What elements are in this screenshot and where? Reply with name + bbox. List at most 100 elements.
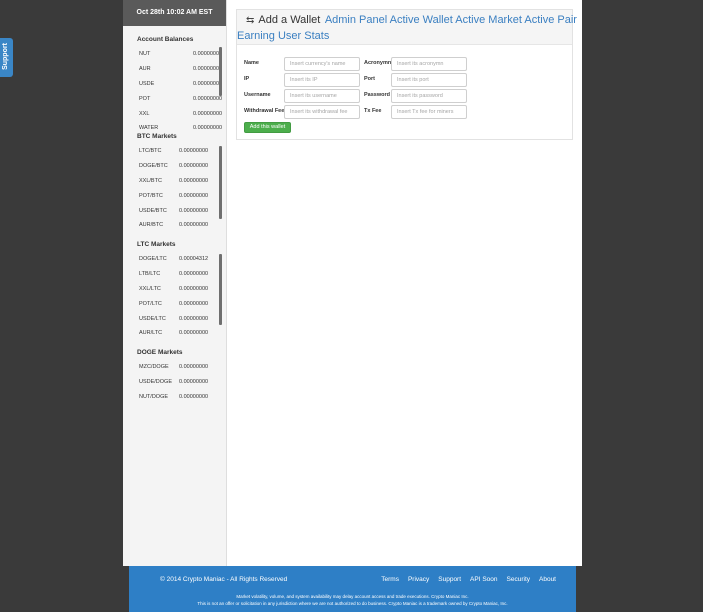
doge-markets-list: MZC/DOGE 0.00000000 USDE/DOGE 0.00000000 N…: [139, 360, 227, 404]
tab-active-wallet[interactable]: Active Wallet: [390, 14, 453, 26]
market-row[interactable]: XXL/BTC 0.00000000: [139, 174, 227, 189]
market-pair: POT/LTC: [139, 300, 162, 307]
tab-user-stats[interactable]: User Stats: [278, 30, 329, 42]
password-input[interactable]: [391, 89, 467, 103]
market-row[interactable]: LTC/BTC 0.00000000: [139, 144, 227, 159]
footer-link-security[interactable]: Security: [507, 576, 530, 583]
market-price: 0.00000000: [179, 364, 209, 371]
panel-header: ⇆ Add a Wallet Admin Panel Active Wallet …: [237, 10, 577, 45]
tab-admin-panel[interactable]: Admin Panel: [325, 14, 387, 26]
market-row[interactable]: AUR/LTC 0.00000000: [139, 326, 227, 341]
balance-currency: XXL: [139, 110, 150, 117]
market-pair: AUR/LTC: [139, 330, 163, 337]
market-price: 0.00004312: [179, 256, 209, 263]
market-row[interactable]: POT/LTC 0.00000000: [139, 296, 227, 311]
market-price: 0.00000000: [179, 379, 209, 386]
market-price: 0.00000000: [179, 330, 209, 337]
add-wallet-button[interactable]: Add this wallet: [244, 122, 291, 133]
market-row[interactable]: LTB/LTC 0.00000000: [139, 267, 227, 282]
market-pair: USDE/DOGE: [139, 379, 173, 386]
name-input[interactable]: [284, 57, 360, 71]
footer-link-privacy[interactable]: Privacy: [408, 576, 429, 583]
market-row[interactable]: POT/BTC 0.00000000: [139, 188, 227, 203]
btc-markets-scrollbar[interactable]: [219, 146, 222, 219]
footer-link-support[interactable]: Support: [438, 576, 461, 583]
tab-earning[interactable]: Earning: [237, 30, 275, 42]
tab-active-pair[interactable]: Active Pair: [524, 14, 577, 26]
panel-title: Add a Wallet: [258, 14, 321, 26]
withdrawal-fee-label: Withdrawal Fee: [244, 108, 285, 114]
date-display: Oct 28th 10:02 AM EST: [123, 0, 226, 26]
market-pair: USDE/BTC: [139, 207, 167, 214]
market-price: 0.00000000: [179, 148, 209, 155]
market-price: 0.00000000: [179, 222, 209, 229]
support-tab-label: Support: [1, 43, 9, 70]
market-row[interactable]: DOGE/BTC 0.00000000: [139, 159, 227, 174]
tx-fee-label: Tx Fee: [364, 108, 382, 114]
footer-link-api[interactable]: API Soon: [470, 576, 497, 583]
account-balances-heading: Account Balances: [137, 36, 194, 43]
username-label: Username: [244, 92, 271, 98]
footer-link-terms[interactable]: Terms: [381, 576, 399, 583]
market-row[interactable]: MZC/DOGE 0.00000000: [139, 360, 227, 375]
market-price: 0.00000000: [179, 285, 209, 292]
doge-markets-heading: DOGE Markets: [137, 349, 183, 356]
disclaimer-line-1: Market volatility, volume, and system av…: [236, 594, 469, 599]
port-input[interactable]: [391, 73, 467, 87]
ip-input[interactable]: [284, 73, 360, 87]
tab-active-market[interactable]: Active Market: [455, 14, 522, 26]
footer-links: Terms Privacy Support API Soon Security …: [381, 576, 556, 583]
market-row[interactable]: XXL/LTC 0.00000000: [139, 282, 227, 297]
market-price: 0.00000000: [179, 393, 209, 400]
balance-value: 0.00000000: [193, 95, 223, 102]
market-price: 0.00000000: [179, 192, 209, 199]
btc-markets-heading: BTC Markets: [137, 133, 177, 140]
market-price: 0.00000000: [179, 207, 209, 214]
balance-value: 0.00000000: [193, 125, 223, 132]
balance-currency: AUR: [139, 66, 151, 73]
market-row[interactable]: USDE/BTC 0.00000000: [139, 203, 227, 218]
withdrawal-fee-input[interactable]: [284, 105, 360, 119]
account-balances-list: NUT 0.00000000 AUR 0.00000000 USDE 0.000000…: [139, 47, 227, 136]
support-tab[interactable]: Support: [0, 38, 13, 77]
panel-header-line-2: Earning User Stats: [237, 29, 329, 44]
market-pair: NUT/DOGE: [139, 393, 169, 400]
balance-currency: USDE: [139, 80, 155, 87]
market-pair: DOGE/BTC: [139, 163, 168, 170]
name-label: Name: [244, 60, 259, 66]
acronym-label: Acronymn: [364, 60, 392, 66]
swap-arrows-icon: ⇆: [246, 15, 255, 26]
balance-row: AUR 0.00000000: [139, 62, 227, 77]
market-row[interactable]: DOGE/LTC 0.00004312: [139, 252, 227, 267]
market-price: 0.00000000: [179, 300, 209, 307]
market-pair: MZC/DOGE: [139, 364, 169, 371]
market-row[interactable]: AUR/BTC 0.00000000: [139, 218, 227, 233]
footer: © 2014 Crypto Maniac - All Rights Reserv…: [129, 566, 576, 612]
add-wallet-panel: ⇆ Add a Wallet Admin Panel Active Wallet …: [236, 9, 577, 140]
balance-currency: POT: [139, 95, 151, 102]
market-pair: AUR/BTC: [139, 222, 164, 229]
market-price: 0.00000000: [179, 315, 209, 322]
balance-currency: WATER: [139, 125, 159, 132]
market-row[interactable]: USDE/LTC 0.00000000: [139, 311, 227, 326]
ltc-markets-heading: LTC Markets: [137, 241, 176, 248]
balances-scrollbar[interactable]: [219, 47, 222, 96]
ltc-markets-scrollbar[interactable]: [219, 254, 222, 325]
market-row[interactable]: USDE/DOGE 0.00000000: [139, 375, 227, 390]
acronym-input[interactable]: [391, 57, 467, 71]
footer-link-about[interactable]: About: [539, 576, 556, 583]
tx-fee-input[interactable]: [391, 105, 467, 119]
main-content: ⇆ Add a Wallet Admin Panel Active Wallet …: [227, 0, 582, 566]
username-input[interactable]: [284, 89, 360, 103]
balance-value: 0.00000000: [193, 110, 223, 117]
market-price: 0.00000000: [179, 271, 209, 278]
market-row[interactable]: NUT/DOGE 0.00000000: [139, 390, 227, 405]
copyright-text: © 2014 Crypto Maniac - All Rights Reserv…: [160, 576, 288, 583]
market-pair: USDE/LTC: [139, 315, 166, 322]
sidebar: Oct 28th 10:02 AM EST Account Balances N…: [123, 0, 227, 566]
port-label: Port: [364, 76, 375, 82]
disclaimer-line-2: This is not an offer or solicitation in …: [197, 601, 508, 606]
ip-label: IP: [244, 76, 250, 82]
market-pair: DOGE/LTC: [139, 256, 167, 263]
market-price: 0.00000000: [179, 177, 209, 184]
